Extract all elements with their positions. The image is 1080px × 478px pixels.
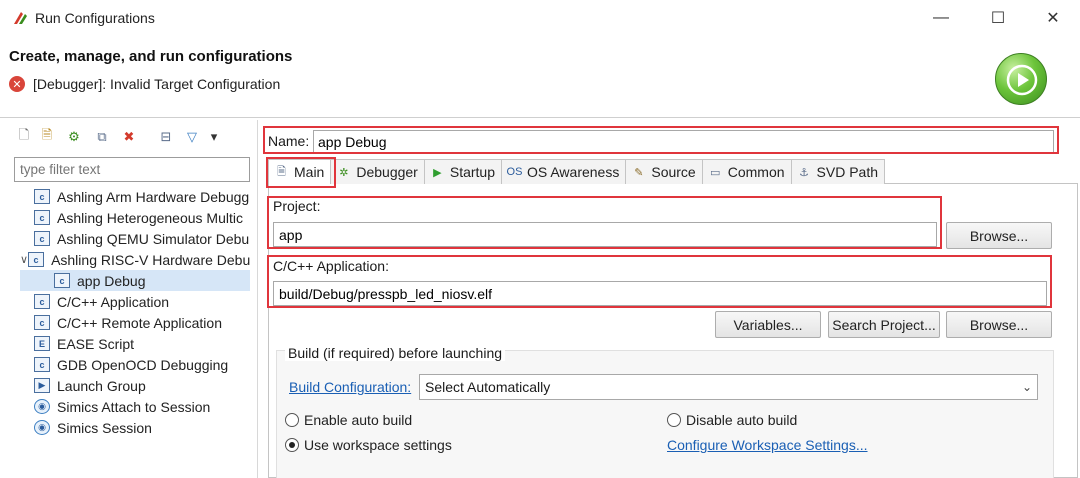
tree-item-label: Simics Attach to Session — [57, 398, 211, 415]
tree-item[interactable]: c Ashling Heterogeneous Multic — [20, 207, 250, 228]
os-awareness-tab-icon: OS — [506, 166, 523, 178]
tree-item-label: app Debug — [77, 272, 146, 289]
tree-item[interactable]: ▶ Launch Group — [20, 375, 250, 396]
error-icon: ✕ — [9, 76, 25, 92]
build-group-label: Build (if required) before launching — [285, 345, 506, 361]
tree-item-label: Ashling Arm Hardware Debugg — [57, 188, 250, 205]
build-configuration-select[interactable]: Select Automatically ⌄ — [419, 374, 1038, 400]
radio-circle — [285, 438, 299, 452]
chevron-down-icon: ⌄ — [1021, 380, 1032, 394]
filter-icon[interactable]: ▽ — [183, 128, 201, 146]
tree-item[interactable]: c C/C++ Remote Application — [20, 312, 250, 333]
search-project-button[interactable]: Search Project... — [828, 311, 940, 338]
config-type-icon: c — [34, 210, 50, 225]
svd-path-tab-icon: ⚓ — [799, 166, 809, 179]
config-type-icon: ◉ — [34, 420, 50, 435]
tree-item-label: Ashling QEMU Simulator Debu — [57, 230, 250, 247]
window-title: Run Configurations — [35, 10, 155, 26]
config-type-icon: c — [34, 231, 50, 246]
config-type-icon: c — [34, 294, 50, 309]
view-menu-icon[interactable]: ▾ — [205, 128, 223, 146]
expand-chevron-icon[interactable]: ∨ — [20, 253, 28, 266]
tab-label: SVD Path — [816, 164, 878, 180]
tab-label: Common — [727, 164, 785, 180]
configuration-tree: c Ashling Arm Hardware Debugg c Ashling Het… — [20, 186, 250, 438]
disable-auto-build-radio[interactable]: Disable auto build — [667, 412, 797, 428]
project-highlight-box — [267, 196, 942, 249]
configure-workspace-settings-link[interactable]: Configure Workspace Settings... — [667, 437, 868, 453]
minimize-button[interactable]: — — [918, 0, 964, 36]
tab-label: Source — [651, 164, 696, 180]
enable-auto-build-radio[interactable]: Enable auto build — [285, 412, 412, 428]
close-button[interactable]: ✕ — [1030, 0, 1076, 36]
tree-item[interactable]: E EASE Script — [20, 333, 250, 354]
config-type-icon: c — [54, 273, 70, 288]
tree-item-label: C/C++ Remote Application — [57, 314, 222, 331]
disable-auto-build-label: Disable auto build — [686, 412, 798, 428]
tab-common[interactable]: ▭ Common — [701, 159, 792, 184]
main-tab-highlight-box — [266, 157, 336, 188]
tab-source[interactable]: ✎ Source — [625, 159, 703, 184]
header-separator — [0, 117, 1080, 118]
browse-application-button[interactable]: Browse... — [946, 311, 1052, 338]
configuration-tabs: 🗎 Main ✲ Debugger ▶ Startup OS OS Awareness ✎ Sou… — [268, 159, 885, 184]
run-icon — [995, 53, 1047, 105]
tab-os-awareness[interactable]: OS OS Awareness — [501, 159, 627, 184]
config-type-icon: c — [28, 252, 45, 267]
tab-startup[interactable]: ▶ Startup — [423, 159, 502, 184]
tab-label: Startup — [449, 164, 495, 180]
tree-item[interactable]: c GDB OpenOCD Debugging — [20, 354, 250, 375]
debugger-tab-icon: ✲ — [339, 166, 349, 179]
variables-button[interactable]: Variables... — [715, 311, 821, 338]
tree-item[interactable]: c Ashling QEMU Simulator Debu — [20, 228, 250, 249]
startup-tab-icon: ▶ — [433, 166, 442, 179]
tree-item-label: Launch Group — [57, 377, 146, 394]
delete-icon[interactable]: ✖ — [120, 128, 138, 146]
duplicate-icon[interactable]: ⧉ — [93, 128, 111, 146]
config-type-icon: E — [34, 336, 50, 351]
name-highlight-box — [263, 126, 1059, 154]
common-tab-icon: ▭ — [710, 166, 721, 179]
tab-debugger[interactable]: ✲ Debugger — [330, 159, 425, 184]
enable-auto-build-label: Enable auto build — [304, 412, 413, 428]
dialog-header-title: Create, manage, and run configurations — [9, 48, 293, 65]
tree-item-label: C/C++ Application — [57, 293, 170, 310]
tab-label: Debugger — [356, 164, 418, 180]
tree-item-label: Simics Session — [57, 419, 152, 436]
tab-svd-path[interactable]: ⚓ SVD Path — [790, 159, 885, 184]
config-type-icon: c — [34, 189, 50, 204]
browse-project-button[interactable]: Browse... — [946, 222, 1052, 249]
config-type-icon: c — [34, 315, 50, 330]
build-configuration-link[interactable]: Build Configuration: — [289, 379, 411, 395]
tree-item-label: Ashling Heterogeneous Multic — [57, 209, 243, 226]
export-icon[interactable]: ⚙ — [65, 128, 83, 146]
source-tab-icon: ✎ — [634, 166, 644, 179]
new-prototype-icon[interactable]: 🗎 — [38, 127, 56, 146]
tree-item[interactable]: ◉ Simics Attach to Session — [20, 396, 250, 417]
tree-item-label: Ashling RISC-V Hardware Debu — [51, 251, 250, 268]
tree-item[interactable]: c app Debug — [20, 270, 250, 291]
config-type-icon: ◉ — [34, 399, 50, 414]
use-workspace-settings-label: Use workspace settings — [304, 437, 452, 453]
collapse-all-icon[interactable]: ⊟ — [157, 128, 175, 146]
radio-circle — [667, 413, 681, 427]
tree-item-label: GDB OpenOCD Debugging — [57, 356, 229, 373]
use-workspace-settings-radio[interactable]: Use workspace settings — [285, 437, 452, 453]
radio-circle — [285, 413, 299, 427]
tree-item[interactable]: c Ashling Arm Hardware Debugg — [20, 186, 250, 207]
tab-label: OS Awareness — [527, 164, 620, 180]
tree-item[interactable]: ◉ Simics Session — [20, 417, 250, 438]
build-configuration-value: Select Automatically — [425, 379, 551, 395]
new-config-icon[interactable]: 🗋 — [15, 127, 33, 146]
maximize-button[interactable]: ☐ — [975, 0, 1021, 36]
app-icon — [12, 10, 30, 26]
error-message: [Debugger]: Invalid Target Configuration — [33, 76, 281, 92]
config-type-icon: ▶ — [34, 378, 50, 393]
config-type-icon: c — [34, 357, 50, 372]
tree-item-label: EASE Script — [57, 335, 135, 352]
application-highlight-box — [267, 255, 1052, 308]
tree-item[interactable]: c C/C++ Application — [20, 291, 250, 312]
filter-input[interactable] — [14, 157, 250, 182]
tree-item[interactable]: ∨ c Ashling RISC-V Hardware Debu — [20, 249, 250, 270]
